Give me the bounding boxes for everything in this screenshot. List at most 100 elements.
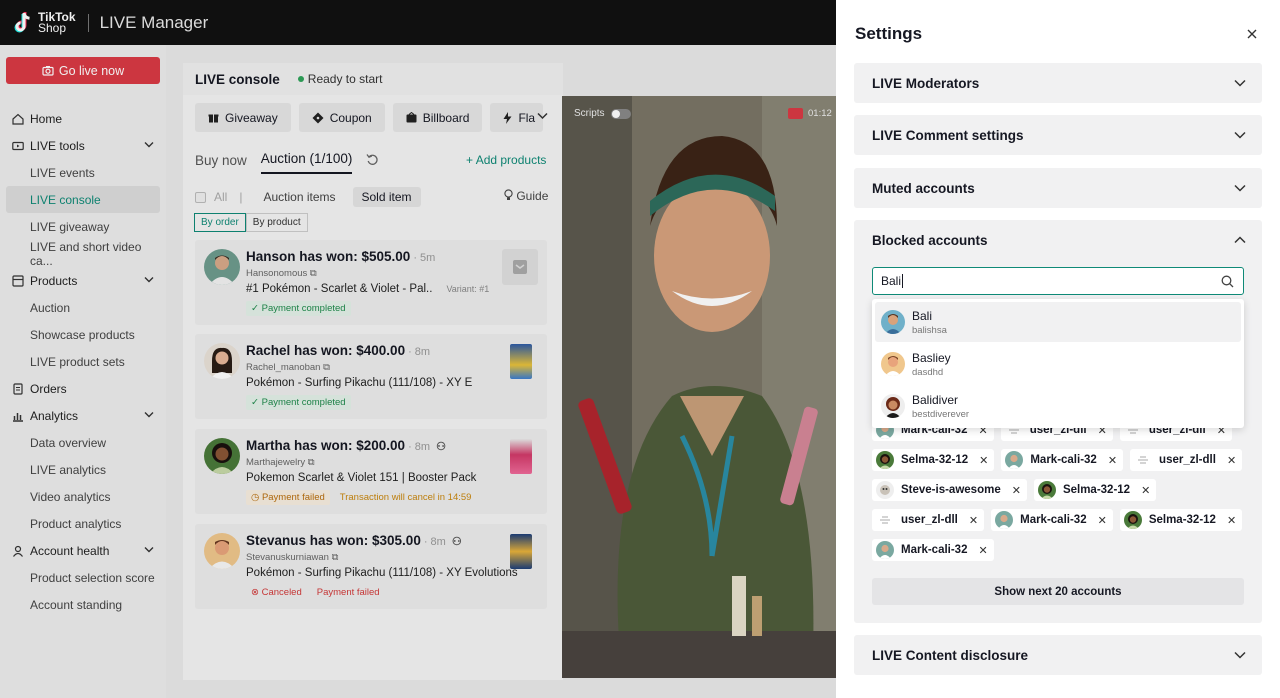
auction-card[interactable]: Martha has won: $200.00 · 8m ⚇ Marthajewel… [195,429,547,514]
chevron-down-icon [1234,79,1246,87]
remove-chip-icon[interactable]: ✕ [1141,484,1150,497]
winner-handle[interactable]: Marthajewelry ⧉ [246,457,315,468]
blocked-account-name: user_zl-dll [1159,454,1216,466]
tab-buy-now[interactable]: Buy now [195,153,247,174]
auction-card[interactable]: Stevanus has won: $305.00 · 8m ⚇ Stevanusk… [195,524,547,609]
blocked-accounts-header[interactable]: Blocked accounts [854,220,1262,260]
more-tools-chevron-icon[interactable] [537,111,548,123]
sidebar-item-data-overview[interactable]: Data overview [6,429,160,456]
settings-title: Settings [855,24,923,43]
person-settings-icon[interactable]: ⚇ [436,441,446,453]
search-results-dropdown: Bali balishsa Basliey dasdhd Balidiver best… [872,299,1244,428]
section-live-comment-settings[interactable]: LIVE Comment settings [854,115,1262,155]
product-name: #1 Pokémon - Scarlet & Violet - Pal.. Var… [246,283,489,295]
section-title: Muted accounts [872,180,975,196]
status-indicator: Ready to start [297,72,382,86]
streamer-image [562,96,836,678]
blocked-account-chip: Mark-cali-32 ✕ [1001,449,1124,471]
sidebar-item-product-analytics[interactable]: Product analytics [6,510,160,537]
text-cursor [902,274,904,288]
payment-status: ✓ Payment completed [246,395,351,410]
remove-chip-icon[interactable]: ✕ [978,544,987,557]
winner-handle[interactable]: Rachel_manoban ⧉ [246,362,330,373]
live-tools-icon [12,140,24,152]
section-muted-accounts[interactable]: Muted accounts [854,168,1262,208]
sidebar-item-live-and-short-video-ca[interactable]: LIVE and short video ca... [6,239,160,268]
sort-by-order[interactable]: By order [194,213,246,232]
live-video-preview[interactable]: Scripts 01:12 [562,96,836,678]
sidebar-item-live-events[interactable]: LIVE events [6,159,160,186]
scripts-switch[interactable] [610,108,631,119]
sidebar-item-live-tools[interactable]: LIVE tools [6,132,160,159]
winner-handle[interactable]: Stevanuskurniawan ⧉ [246,552,338,563]
sidebar-item-products[interactable]: Products [6,267,160,294]
remove-chip-icon[interactable]: ✕ [979,454,988,467]
blocked-account-name: Mark-cali-32 [1030,454,1097,466]
sidebar-item-video-analytics[interactable]: Video analytics [6,483,160,510]
chevron-down-icon [1234,184,1246,192]
sidebar-item-live-console[interactable]: LIVE console [6,186,160,213]
search-icon[interactable] [1221,275,1234,288]
remove-chip-icon[interactable]: ✕ [969,514,978,527]
sort-by-product[interactable]: By product [245,213,308,232]
settings-panel: Settings LIVE Moderators LIVE Comment se… [836,0,1280,698]
winner-handle[interactable]: Hansonomous ⧉ [246,268,317,279]
billboard-icon [406,112,417,123]
refresh-icon[interactable] [366,153,379,169]
remove-chip-icon[interactable]: ✕ [1227,454,1236,467]
go-live-button[interactable]: Go live now [6,57,160,84]
giveaway-button[interactable]: Giveaway [195,103,291,132]
blocked-account-avatar [1134,451,1153,469]
sidebar-item-live-giveaway[interactable]: LIVE giveaway [6,213,160,240]
tiktok-shop-logo[interactable]: TikTok Shop [12,11,76,35]
select-all-checkbox[interactable] [195,191,206,203]
person-settings-icon[interactable]: ⚇ [452,536,462,548]
sidebar-item-orders[interactable]: Orders [6,375,160,402]
tab-auction[interactable]: Auction (1/100) [260,151,353,174]
card-time: · 5m [413,252,436,264]
billboard-button[interactable]: Billboard [392,103,483,132]
show-next-accounts-button[interactable]: Show next 20 accounts [872,578,1244,605]
filter-auction-items[interactable]: Auction items [254,187,344,207]
remove-chip-icon[interactable]: ✕ [1227,514,1236,527]
sidebar-item-analytics[interactable]: Analytics [6,402,160,429]
sidebar-item-label: Orders [30,381,67,396]
guide-link[interactable]: Guide [504,189,548,203]
logo-divider [87,13,89,32]
sidebar-item-account-standing[interactable]: Account standing [6,591,160,618]
lightbulb-icon [504,189,513,200]
blocked-chip-row: Mark-cali-32 ✕ [872,539,1252,561]
section-live-moderators[interactable]: LIVE Moderators [854,63,1262,103]
product-name: Pokémon - Surfing Pikachu (111/108) - XY… [246,377,472,389]
account-health-icon [12,545,24,557]
remove-chip-icon[interactable]: ✕ [1012,484,1021,497]
section-live-content-disclosure[interactable]: LIVE Content disclosure [854,635,1262,675]
sidebar-item-label: Product selection score [30,570,155,585]
status-badge: ⊗ Canceled [246,585,307,600]
close-icon[interactable] [1247,27,1257,42]
sidebar-item-showcase-products[interactable]: Showcase products [6,321,160,348]
sidebar-item-account-health[interactable]: Account health [6,537,160,564]
sidebar-item-live-analytics[interactable]: LIVE analytics [6,456,160,483]
search-result-item[interactable]: Basliey dasdhd [875,344,1241,384]
auction-filters: All | Auction items Sold item [195,187,421,207]
remove-chip-icon[interactable]: ✕ [1098,514,1107,527]
blocked-search-input[interactable]: Bali [872,267,1244,295]
logo-line-2: Shop [38,20,67,35]
search-result-item[interactable]: Balidiver bestdiverever [875,386,1241,426]
sidebar-item-product-selection-score[interactable]: Product selection score [6,564,160,591]
sidebar-item-label: LIVE and short video ca... [30,239,142,268]
auction-card[interactable]: Hanson has won: $505.00 · 5m Hansonomous … [195,240,547,325]
coupon-button[interactable]: Coupon [298,103,385,132]
remove-chip-icon[interactable]: ✕ [1108,454,1117,467]
sidebar-item-home[interactable]: Home [6,105,160,132]
filter-sold-item[interactable]: Sold item [352,187,421,207]
card-time: · 8m [408,346,431,358]
search-result-item[interactable]: Bali balishsa [875,302,1241,342]
flash-sale-button[interactable]: Fla [490,103,544,132]
scripts-toggle[interactable]: Scripts [574,108,631,119]
sidebar-item-auction[interactable]: Auction [6,294,160,321]
add-products-button[interactable]: + Add products [466,153,546,167]
auction-card[interactable]: Rachel has won: $400.00 · 8m Rachel_manob… [195,334,547,419]
sidebar-item-live-product-sets[interactable]: LIVE product sets [6,348,160,375]
